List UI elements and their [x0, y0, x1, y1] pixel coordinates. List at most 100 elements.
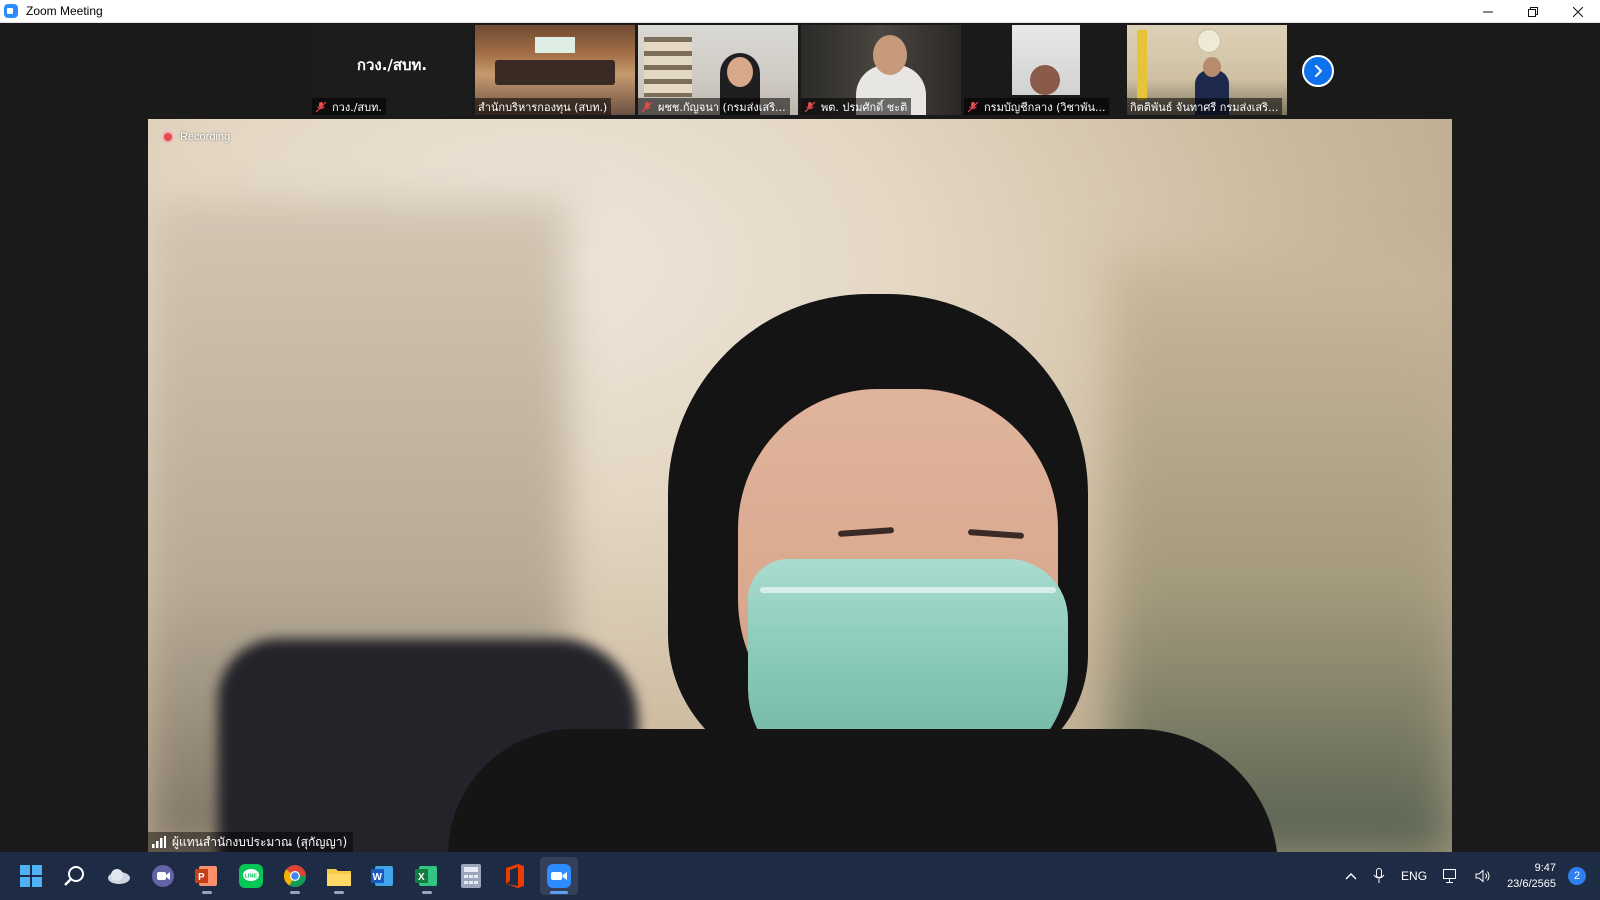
video-frame	[448, 729, 1278, 852]
system-tray: ENG 9:47 23/6/2565 2	[1345, 852, 1600, 900]
participant-display-name: กวง./สบท.	[356, 56, 428, 74]
participant-name: ผชช.กัญจนา (กรมส่งเสริ...	[658, 100, 786, 114]
clock-time: 9:47	[1534, 862, 1556, 874]
participant-label: กิตติพันธ์ จันทาศรี กรมส่งเสริ...	[1127, 98, 1283, 115]
participant-name: สำนักบริหารกองทุน (สบท.)	[478, 100, 608, 114]
participant-thumbnail[interactable]: ผชช.กัญจนา (กรมส่งเสริ...	[638, 25, 798, 115]
onedrive-icon	[108, 869, 130, 884]
start-icon	[20, 865, 42, 887]
taskbar-app-zoom[interactable]	[540, 857, 578, 895]
running-indicator	[334, 891, 344, 894]
video-frame	[1137, 30, 1147, 100]
video-frame	[1203, 57, 1221, 77]
mic-muted-icon	[967, 101, 979, 112]
network-tray-button[interactable]	[1443, 869, 1459, 883]
notification-count: 2	[1573, 870, 1581, 882]
show-hidden-icons-button[interactable]	[1345, 872, 1357, 880]
volume-tray-button[interactable]	[1475, 869, 1491, 883]
svg-text:P: P	[198, 872, 205, 883]
close-icon	[1572, 6, 1583, 17]
recording-indicator[interactable]: Recording	[162, 131, 230, 143]
participant-thumbnail[interactable]: พต. ปรมศักดิ์ ชะติ	[801, 25, 961, 115]
main-speaker-video[interactable]: Recording ผู้แทนสำนักงบประมาณ (สุกัญญา)	[148, 119, 1452, 852]
close-button[interactable]	[1555, 0, 1600, 23]
video-frame	[1197, 29, 1221, 53]
running-indicator	[422, 891, 432, 894]
taskbar-app-chrome[interactable]	[276, 857, 314, 895]
minimize-icon	[1482, 11, 1493, 12]
mic-muted-icon	[641, 101, 653, 112]
participant-thumbnail[interactable]: กิตติพันธ์ จันทาศรี กรมส่งเสริ...	[1127, 25, 1287, 115]
taskbar-app-powerpoint[interactable]: P	[188, 857, 226, 895]
calculator-icon	[461, 864, 481, 888]
taskbar-app-word[interactable]: W	[364, 857, 402, 895]
video-frame	[535, 37, 575, 53]
taskbar-app-teams-chat[interactable]	[144, 857, 182, 895]
taskbar-app-office[interactable]	[496, 857, 534, 895]
participant-label: กรมบัญชีกลาง (วิชาพัน...	[964, 98, 1110, 115]
excel-icon: X	[415, 866, 437, 886]
taskbar-app-line[interactable]: LINE	[232, 857, 270, 895]
signal-bars-icon	[152, 836, 166, 848]
mic-muted-icon	[315, 101, 327, 112]
taskbar-app-file-explorer[interactable]	[320, 857, 358, 895]
window-title-bar: Zoom Meeting	[0, 0, 1600, 23]
chrome-icon	[283, 865, 306, 887]
word-icon: W	[371, 866, 393, 886]
taskbar-clock[interactable]: 9:47 23/6/2565	[1507, 860, 1556, 892]
meeting-area: กวง./สบท. กวง./สบท. สำนักบริหารกองทุน (ส…	[0, 23, 1600, 852]
taskbar-app-excel[interactable]: X	[408, 857, 446, 895]
video-frame	[873, 35, 907, 75]
teams-chat-icon	[152, 865, 174, 887]
start-button[interactable]	[12, 857, 50, 895]
search-icon	[64, 866, 84, 886]
window-controls	[1465, 0, 1600, 23]
powerpoint-icon: P	[195, 866, 217, 886]
participant-label: พต. ปรมศักดิ์ ชะติ	[801, 98, 912, 115]
participant-label: กวง./สบท.	[312, 98, 386, 115]
running-indicator	[202, 891, 212, 894]
speaker-name-label: ผู้แทนสำนักงบประมาณ (สุกัญญา)	[148, 832, 354, 852]
participant-thumbnail[interactable]: กรมบัญชีกลาง (วิชาพัน...	[964, 25, 1124, 115]
chevron-up-icon	[1345, 873, 1357, 880]
speaker-name: ผู้แทนสำนักงบประมาณ (สุกัญญา)	[172, 834, 348, 849]
mic-muted-icon	[804, 101, 816, 112]
minimize-button[interactable]	[1465, 0, 1510, 23]
office-icon	[506, 864, 524, 888]
restore-button[interactable]	[1510, 0, 1555, 23]
running-indicator	[550, 891, 568, 894]
svg-text:X: X	[418, 872, 425, 883]
svg-text:W: W	[373, 872, 383, 883]
restore-icon	[1527, 6, 1538, 17]
line-icon: LINE	[239, 864, 263, 888]
file-explorer-icon	[327, 869, 351, 886]
zoom-app-icon	[4, 4, 18, 18]
participant-label: ผชช.กัญจนา (กรมส่งเสริ...	[638, 98, 790, 115]
video-frame	[727, 57, 753, 87]
participant-name: พต. ปรมศักดิ์ ชะติ	[821, 100, 908, 114]
recording-label: Recording	[180, 131, 231, 143]
participant-thumbnail[interactable]: กวง./สบท. กวง./สบท.	[312, 25, 472, 115]
running-indicator	[290, 891, 300, 894]
network-icon	[1443, 869, 1457, 883]
video-frame	[760, 587, 1056, 593]
search-button[interactable]	[56, 857, 94, 895]
volume-icon	[1475, 869, 1490, 883]
next-page-button[interactable]	[1302, 55, 1334, 87]
taskbar-app-onedrive[interactable]	[100, 857, 138, 895]
language-indicator[interactable]: ENG	[1401, 869, 1427, 883]
taskbar-app-calculator[interactable]	[452, 857, 490, 895]
recording-icon	[162, 131, 174, 143]
participant-name: กิตติพันธ์ จันทาศรี กรมส่งเสริ...	[1130, 100, 1279, 114]
participant-thumbnail[interactable]: สำนักบริหารกองทุน (สบท.)	[475, 25, 635, 115]
svg-text:LINE: LINE	[245, 874, 258, 880]
video-frame	[644, 37, 692, 97]
notification-center-button[interactable]: 2	[1568, 867, 1586, 885]
microphone-tray-button[interactable]	[1373, 868, 1385, 884]
chevron-right-icon	[1315, 65, 1322, 77]
participant-name: กรมบัญชีกลาง (วิชาพัน...	[984, 100, 1106, 114]
video-frame	[495, 60, 615, 85]
microphone-icon	[1373, 868, 1385, 883]
clock-date: 23/6/2565	[1507, 878, 1556, 890]
zoom-icon	[547, 864, 571, 888]
